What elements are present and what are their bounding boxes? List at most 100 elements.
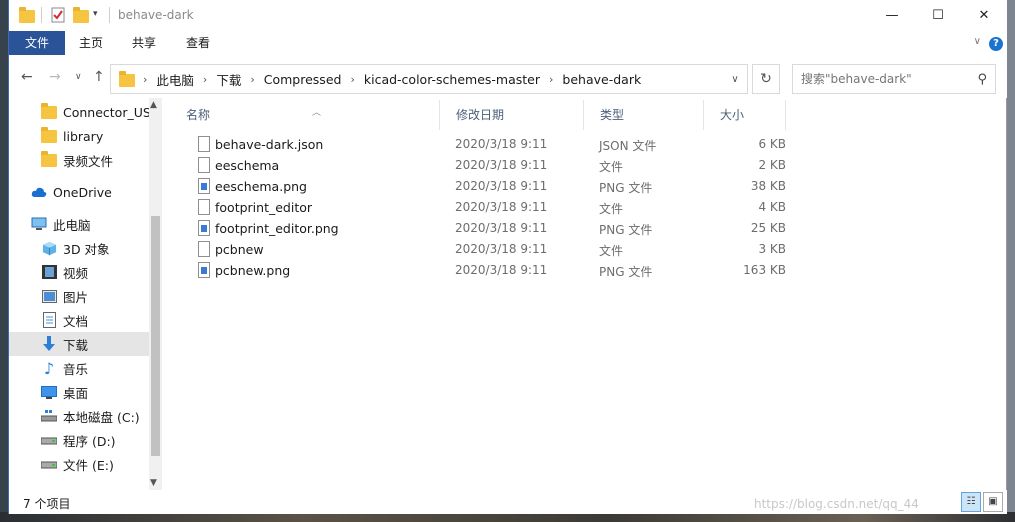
sidebar-item-label: Connector_USB [63,104,149,120]
watermark-text: https://blog.csdn.net/qq_44 [754,497,919,511]
sidebar-scrollbar[interactable]: ▲ ▼ [149,98,162,490]
file-icon [198,199,210,215]
help-icon[interactable]: ? [989,37,1003,51]
scroll-up-icon[interactable]: ▲ [150,100,157,110]
sidebar-item-videos[interactable]: 视频 [9,260,149,284]
navigation-pane: Connector_USB library 录频文件 OneDrive 此电脑 [9,98,162,490]
search-box[interactable]: ⚲ [792,64,996,94]
sidebar-item-recordings[interactable]: 录频文件 [9,148,149,172]
file-type: PNG 文件 [599,181,653,195]
up-button[interactable]: ↑ [93,69,105,85]
crumb-separator[interactable]: › [250,73,254,86]
breadcrumb-kicad-color-schemes-master[interactable]: kicad-color-schemes-master [364,72,540,87]
new-folder-icon[interactable] [73,7,89,25]
sidebar-item-label: 图片 [63,289,89,305]
sidebar-item-label: 音乐 [63,361,89,377]
breadcrumb-this-pc[interactable]: 此电脑 [156,70,194,89]
close-button[interactable]: ✕ [961,0,1007,31]
search-input[interactable] [801,72,971,86]
back-button[interactable]: ← [21,69,33,85]
details-view-button[interactable]: ☷ [961,492,981,512]
ribbon-collapse-icon[interactable]: ∨ [974,36,981,47]
sidebar-item-label: 此电脑 [53,217,91,233]
refresh-button[interactable]: ↻ [752,64,780,94]
tab-file[interactable]: 文件 [9,31,65,55]
large-icons-view-button[interactable]: ▣ [983,492,1003,512]
tab-home[interactable]: 主页 [71,31,111,55]
sidebar-item-downloads[interactable]: 下载 [9,332,149,356]
file-size: 38 KB [750,179,786,193]
sidebar-item-drive-c[interactable]: 本地磁盘 (C:) [9,404,149,428]
sidebar-item-onedrive[interactable]: OneDrive [9,180,149,204]
minimize-button[interactable]: — [869,0,915,31]
sidebar-item-pictures[interactable]: 图片 [9,284,149,308]
file-size: 163 KB [743,263,786,277]
sidebar-item-drive-e[interactable]: 文件 (E:) [9,452,149,476]
sidebar-item-this-pc[interactable]: 此电脑 [9,212,149,236]
sidebar-item-desktop[interactable]: 桌面 [9,380,149,404]
file-modified: 2020/3/18 9:11 [455,263,548,277]
forward-button[interactable]: → [49,69,61,85]
folder-icon [41,102,57,120]
file-row[interactable]: behave-dark.json 2020/3/18 9:11 JSON 文件 6 K… [186,134,786,155]
crumb-separator[interactable]: › [350,73,354,86]
sidebar-item-drive-d[interactable]: 程序 (D:) [9,428,149,452]
file-row[interactable]: pcbnew.png 2020/3/18 9:11 PNG 文件 163 KB [186,260,786,281]
file-type: 文件 [599,202,624,216]
scroll-down-icon[interactable]: ▼ [150,478,157,488]
item-count: 7 个项目 [23,497,71,511]
breadcrumb-behave-dark[interactable]: behave-dark [562,72,641,87]
column-header-name[interactable]: 名称 ︿ [172,100,440,130]
column-header-modified[interactable]: 修改日期 [442,100,584,130]
ribbon-tabs: 文件 主页 共享 查看 ∨ ? [9,31,1007,57]
properties-icon[interactable] [51,7,65,25]
file-row[interactable]: eeschema 2020/3/18 9:11 文件 2 KB [186,155,786,176]
file-size: 6 KB [758,137,786,151]
breadcrumb-downloads[interactable]: 下载 [216,70,241,89]
address-bar[interactable]: › 此电脑 › 下载 › Compressed › kicad-color-sc… [110,64,748,94]
customize-toolbar-icon[interactable]: ▾ [93,9,98,27]
title-separator [41,7,42,23]
sidebar-item-documents[interactable]: 文档 [9,308,149,332]
crumb-separator[interactable]: › [549,73,553,86]
drive-icon [41,408,57,424]
tab-view[interactable]: 查看 [177,31,219,55]
recent-locations-button[interactable]: ∨ [75,72,82,82]
file-row[interactable]: footprint_editor.png 2020/3/18 9:11 PNG 文件… [186,218,786,239]
image-file-icon [198,220,210,236]
title-bar: ▾ behave-dark — ☐ ✕ [9,0,1007,31]
sidebar-item-label: 桌面 [63,385,89,401]
maximize-button[interactable]: ☐ [915,0,961,31]
sidebar-item-library[interactable]: library [9,124,149,148]
file-modified: 2020/3/18 9:11 [455,158,548,172]
scrollbar-thumb[interactable] [151,216,160,456]
crumb-separator[interactable]: › [203,73,207,86]
cloud-icon [31,184,47,200]
sidebar-item-connector-usb[interactable]: Connector_USB [9,100,149,124]
file-name: footprint_editor [215,200,313,215]
file-type: PNG 文件 [599,265,653,279]
file-list: 名称 ︿ 修改日期 类型 大小 behave-dark.json 2020/3/1… [172,98,1002,490]
breadcrumb-compressed[interactable]: Compressed [264,72,342,87]
picture-icon [41,288,57,304]
column-header-size[interactable]: 大小 [706,100,786,130]
file-type: JSON 文件 [599,139,657,153]
sidebar-item-music[interactable]: ♪ 音乐 [9,356,149,380]
address-folder-icon [119,71,135,87]
file-type: 文件 [599,244,624,258]
image-file-icon [198,178,210,194]
sidebar-item-label: 下载 [63,337,89,353]
address-dropdown-button[interactable]: ∨ [723,65,747,93]
file-row[interactable]: pcbnew 2020/3/18 9:11 文件 3 KB [186,239,786,260]
sidebar-item-label: 程序 (D:) [63,433,116,449]
tab-share[interactable]: 共享 [123,31,165,55]
sidebar-item-3d-objects[interactable]: 3D 对象 [9,236,149,260]
computer-icon [31,216,47,232]
file-name: eeschema.png [215,179,307,194]
file-row[interactable]: footprint_editor 2020/3/18 9:11 文件 4 KB [186,197,786,218]
sidebar-item-label: OneDrive [53,184,112,200]
file-row[interactable]: eeschema.png 2020/3/18 9:11 PNG 文件 38 KB [186,176,786,197]
column-header-type[interactable]: 类型 [586,100,704,130]
document-icon [41,312,57,328]
search-icon[interactable]: ⚲ [977,72,987,87]
